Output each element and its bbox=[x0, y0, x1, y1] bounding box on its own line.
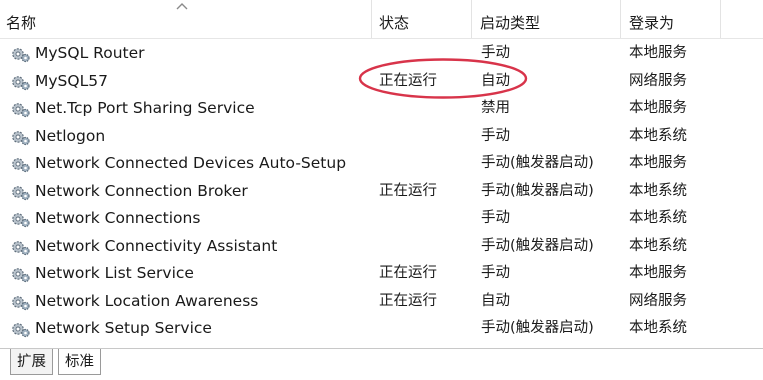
gears-icon bbox=[12, 158, 30, 173]
gears-icon bbox=[12, 295, 30, 310]
service-row[interactable]: Network Location Awareness 正在运行 自动 网络服务 bbox=[0, 288, 763, 316]
column-header-logon-as[interactable]: 登录为 bbox=[623, 0, 721, 38]
service-row[interactable]: Netlogon 手动 本地系统 bbox=[0, 123, 763, 151]
service-name: Network Connection Broker bbox=[35, 181, 248, 200]
service-logon-as: 本地服务 bbox=[629, 100, 687, 116]
column-separator[interactable] bbox=[371, 0, 372, 38]
column-header-startup-type-label: 启动类型 bbox=[480, 14, 541, 32]
column-header-bar: 名称 状态 启动类型 登录为 bbox=[0, 0, 763, 39]
tab-extended[interactable]: 扩展 bbox=[10, 349, 53, 375]
service-startup-type: 手动(触发器启动) bbox=[481, 320, 594, 336]
service-row[interactable]: MySQL Router 手动 本地服务 bbox=[0, 40, 763, 68]
service-name: Network Connections bbox=[35, 209, 201, 227]
service-name: Network Setup Service bbox=[35, 319, 212, 337]
service-row[interactable]: Network Connections 手动 本地系统 bbox=[0, 205, 763, 233]
service-logon-as: 本地服务 bbox=[629, 45, 687, 61]
service-name: Network Connected Devices Auto-Setup bbox=[35, 154, 347, 172]
gears-icon bbox=[12, 75, 30, 90]
view-tab-bar: 扩展 标准 bbox=[0, 348, 763, 380]
column-header-status-label: 状态 bbox=[379, 14, 410, 32]
service-status: 正在运行 bbox=[379, 292, 437, 309]
service-startup-type: 手动 bbox=[481, 127, 510, 144]
service-name: MySQL57 bbox=[35, 71, 108, 90]
service-name: Network List Service bbox=[35, 264, 194, 282]
service-startup-type: 手动(触发器启动) bbox=[481, 237, 594, 254]
service-status: 正在运行 bbox=[379, 265, 437, 281]
service-startup-type: 手动 bbox=[481, 45, 510, 61]
column-separator[interactable] bbox=[720, 0, 721, 38]
service-logon-as: 网络服务 bbox=[629, 72, 687, 89]
gears-icon bbox=[12, 130, 30, 145]
column-header-name-label: 名称 bbox=[6, 14, 37, 32]
service-logon-as: 本地服务 bbox=[629, 155, 687, 171]
service-name: Net.Tcp Port Sharing Service bbox=[35, 99, 255, 117]
service-startup-type: 手动 bbox=[481, 265, 510, 281]
service-startup-type: 手动 bbox=[481, 210, 510, 226]
tab-standard[interactable]: 标准 bbox=[58, 349, 101, 375]
gears-icon bbox=[12, 240, 30, 255]
service-startup-type: 自动 bbox=[481, 72, 510, 89]
tab-extended-label: 扩展 bbox=[17, 354, 46, 370]
service-startup-type: 自动 bbox=[481, 292, 510, 309]
service-row[interactable]: Network Connectivity Assistant 手动(触发器启动)… bbox=[0, 233, 763, 261]
service-status: 正在运行 bbox=[379, 182, 437, 199]
service-logon-as: 网络服务 bbox=[629, 292, 687, 309]
column-separator[interactable] bbox=[471, 0, 472, 38]
sort-ascending-icon bbox=[176, 3, 188, 10]
service-logon-as: 本地系统 bbox=[629, 237, 687, 254]
service-logon-as: 本地系统 bbox=[629, 182, 687, 199]
service-row[interactable]: Network List Service 正在运行 手动 本地服务 bbox=[0, 260, 763, 288]
gears-icon bbox=[12, 213, 30, 228]
gears-icon bbox=[12, 103, 30, 118]
service-row[interactable]: Network Setup Service 手动(触发器启动) 本地系统 bbox=[0, 315, 763, 343]
service-name: Network Connectivity Assistant bbox=[35, 236, 278, 255]
service-name: Network Location Awareness bbox=[35, 291, 259, 310]
service-row[interactable]: MySQL57 正在运行 自动 网络服务 bbox=[0, 68, 763, 96]
column-header-logon-as-label: 登录为 bbox=[629, 14, 675, 32]
gears-icon bbox=[12, 48, 30, 63]
service-row[interactable]: Network Connection Broker 正在运行 手动(触发器启动)… bbox=[0, 178, 763, 206]
service-logon-as: 本地系统 bbox=[629, 127, 687, 144]
service-startup-type: 手动(触发器启动) bbox=[481, 155, 594, 171]
service-row[interactable]: Network Connected Devices Auto-Setup 手动(… bbox=[0, 150, 763, 178]
service-row[interactable]: Net.Tcp Port Sharing Service 禁用 本地服务 bbox=[0, 95, 763, 123]
gears-icon bbox=[12, 268, 30, 283]
service-logon-as: 本地系统 bbox=[629, 320, 687, 336]
service-name: Netlogon bbox=[35, 126, 106, 145]
column-header-startup-type[interactable]: 启动类型 bbox=[474, 0, 620, 38]
gears-icon bbox=[12, 323, 30, 338]
column-header-status[interactable]: 状态 bbox=[373, 0, 471, 38]
service-logon-as: 本地服务 bbox=[629, 265, 687, 281]
service-startup-type: 手动(触发器启动) bbox=[481, 182, 594, 199]
column-separator[interactable] bbox=[620, 0, 621, 38]
tab-standard-label: 标准 bbox=[65, 354, 94, 370]
gears-icon bbox=[12, 185, 30, 200]
service-name: MySQL Router bbox=[35, 44, 145, 62]
service-logon-as: 本地系统 bbox=[629, 210, 687, 226]
service-startup-type: 禁用 bbox=[481, 100, 510, 116]
service-status: 正在运行 bbox=[379, 72, 437, 89]
